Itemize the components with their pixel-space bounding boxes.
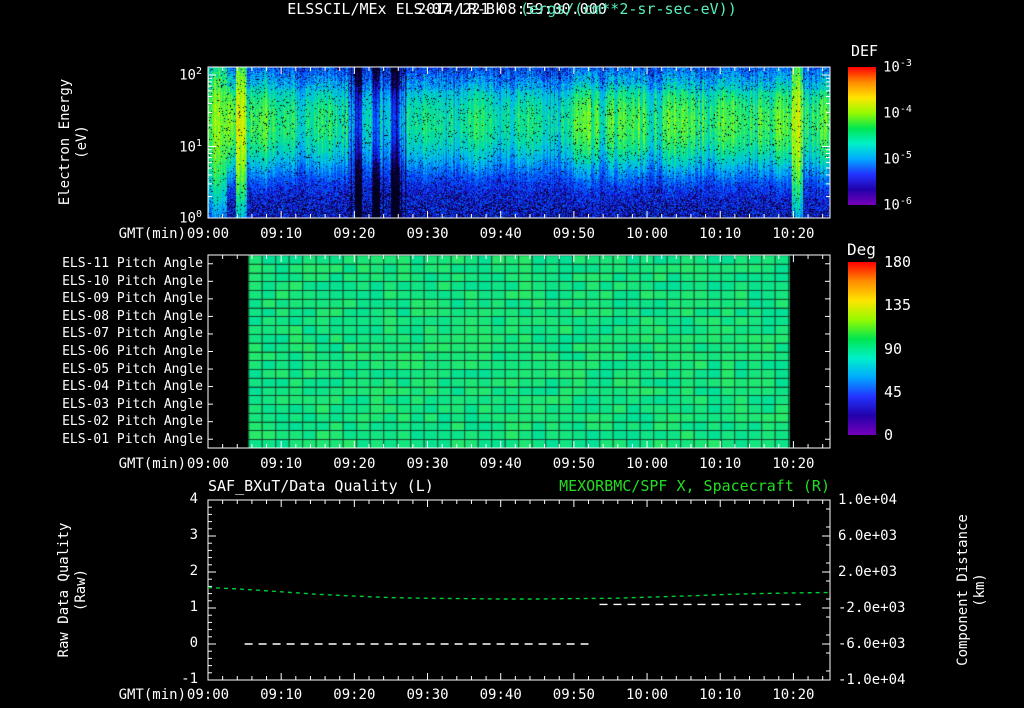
bottom-right-y-axis-label: Component Distance (km) <box>955 470 989 708</box>
pitch-angle-heatmap <box>208 255 830 448</box>
bottom-left-tick-label: 2 <box>189 563 198 579</box>
spectrogram-y-axis-label-line1: Electron Energy <box>57 78 73 206</box>
time-tick-label: 09:10 <box>260 226 303 242</box>
pitch-row-label: ELS-11 Pitch Angle <box>62 256 203 272</box>
pitch-row-label: ELS-09 Pitch Angle <box>62 291 203 307</box>
time-tick-label: 09:10 <box>260 687 303 703</box>
spectrogram-heatmap <box>208 67 830 218</box>
bottom-right-tick-label: -1.0e+04 <box>838 672 906 688</box>
spacecraft-distance-series <box>207 586 831 600</box>
time-tick-label: 09:20 <box>333 456 376 472</box>
bottom-right-y-axis-label-line2: (km) <box>972 573 988 607</box>
time-tick-label: 09:40 <box>479 687 522 703</box>
deg-colorbar-tick-label: 135 <box>884 296 912 315</box>
bottom-left-tick-label: 1 <box>189 599 198 615</box>
title-units: (ergs/(cm**2-sr-sec-eV)) <box>520 0 737 18</box>
bottom-right-series-title: MEXORBMC/SPF X, Spacecraft (R) <box>559 477 830 495</box>
bottom-left-tick-label: 4 <box>189 491 198 507</box>
bottom-left-tick-label: 0 <box>189 635 198 651</box>
time-tick-label: 10:10 <box>699 456 742 472</box>
pitch-row-label: ELS-05 Pitch Angle <box>62 361 203 377</box>
spectrogram-ytick-label: 100 <box>179 209 202 227</box>
bottom-left-y-axis-label-line2: (Raw) <box>73 568 89 612</box>
def-colorbar-tick-label: 10-3 <box>883 58 912 76</box>
spectrogram-ytick-label: 102 <box>179 66 202 84</box>
time-tick-label: 09:40 <box>479 456 522 472</box>
bottom-left-tick-label: -1 <box>181 671 198 687</box>
gmt-label-spectrogram: GMT(min) <box>118 226 186 242</box>
bottom-right-tick-label: -2.0e+03 <box>838 600 906 616</box>
time-tick-label: 09:10 <box>260 456 303 472</box>
deg-colorbar-tick-label: 45 <box>884 382 903 401</box>
pitch-row-label: ELS-08 Pitch Angle <box>62 308 203 324</box>
def-colorbar-tick-label: 10-5 <box>883 150 912 168</box>
time-tick-label: 09:00 <box>186 226 230 242</box>
time-tick-label: 09:30 <box>406 456 449 472</box>
time-tick-label: 10:20 <box>772 456 815 472</box>
pitch-row-label: ELS-10 Pitch Angle <box>62 273 203 289</box>
bottom-right-tick-label: 6.0e+03 <box>838 528 898 544</box>
pitch-row-label: ELS-02 Pitch Angle <box>62 414 203 430</box>
title-line: ELSSCIL/MEx ELS-07 LR-Bk (ergs/(cm**2-sr-… <box>0 0 1024 18</box>
time-tick-label: 09:30 <box>406 687 449 703</box>
bottom-right-y-axis-label-line1: Component Distance <box>955 514 971 666</box>
time-tick-label: 09:50 <box>552 456 595 472</box>
pitch-row-label: ELS-01 Pitch Angle <box>62 431 203 447</box>
pitch-row-label: ELS-07 Pitch Angle <box>62 326 203 342</box>
bottom-left-tick-label: 3 <box>189 527 198 543</box>
time-tick-label: 10:10 <box>699 687 742 703</box>
def-colorbar-label: DEF <box>851 42 879 60</box>
time-tick-label: 10:10 <box>699 226 742 242</box>
gmt-label-bottom: GMT(min) <box>118 687 186 703</box>
deg-colorbar-tick-label: 0 <box>884 426 894 444</box>
bottom-right-tick-label: 2.0e+03 <box>838 564 898 580</box>
time-tick-label: 09:50 <box>552 687 595 703</box>
def-colorbar <box>848 67 876 205</box>
spectrogram-y-axis-label: Electron Energy (eV) <box>57 22 91 262</box>
time-tick-label: 09:50 <box>552 226 595 242</box>
time-tick-label: 09:40 <box>479 226 522 242</box>
bottom-left-y-axis-label: Raw Data Quality (Raw) <box>56 470 90 708</box>
title-main: ELSSCIL/MEx ELS-07 LR-Bk <box>287 0 504 18</box>
time-tick-label: 10:20 <box>772 226 815 242</box>
time-tick-label: 10:00 <box>625 687 669 703</box>
bottom-left-y-axis-label-line1: Raw Data Quality <box>56 522 72 658</box>
pitch-row-label: ELS-06 Pitch Angle <box>62 344 203 359</box>
spectrogram-ytick-label: 101 <box>179 137 202 156</box>
plot-page: 2014/221 08:59:00.000 ELSSCIL/MEx ELS-07… <box>0 0 1024 708</box>
time-tick-label: 09:00 <box>186 456 230 472</box>
deg-colorbar <box>848 262 876 435</box>
deg-colorbar-tick-label: 180 <box>884 253 912 271</box>
time-tick-label: 09:20 <box>333 687 376 703</box>
deg-colorbar-tick-label: 90 <box>884 339 903 358</box>
time-tick-label: 09:00 <box>186 687 230 703</box>
time-tick-label: 09:30 <box>406 226 449 242</box>
time-tick-label: 10:00 <box>625 226 669 242</box>
deg-colorbar-label: Deg <box>847 240 876 259</box>
gmt-label-pitch: GMT(min) <box>118 456 186 472</box>
time-tick-label: 10:00 <box>625 456 669 472</box>
bottom-right-tick-label: -6.0e+03 <box>838 636 906 652</box>
time-tick-label: 09:20 <box>333 226 376 242</box>
time-tick-label: 10:20 <box>772 687 815 703</box>
def-colorbar-tick-label: 10-6 <box>883 196 912 214</box>
bottom-right-tick-label: 1.0e+04 <box>838 492 898 508</box>
pitch-row-label: ELS-03 Pitch Angle <box>62 396 203 412</box>
pitch-row-label: ELS-04 Pitch Angle <box>62 379 203 395</box>
def-colorbar-tick-label: 10-4 <box>883 104 912 122</box>
